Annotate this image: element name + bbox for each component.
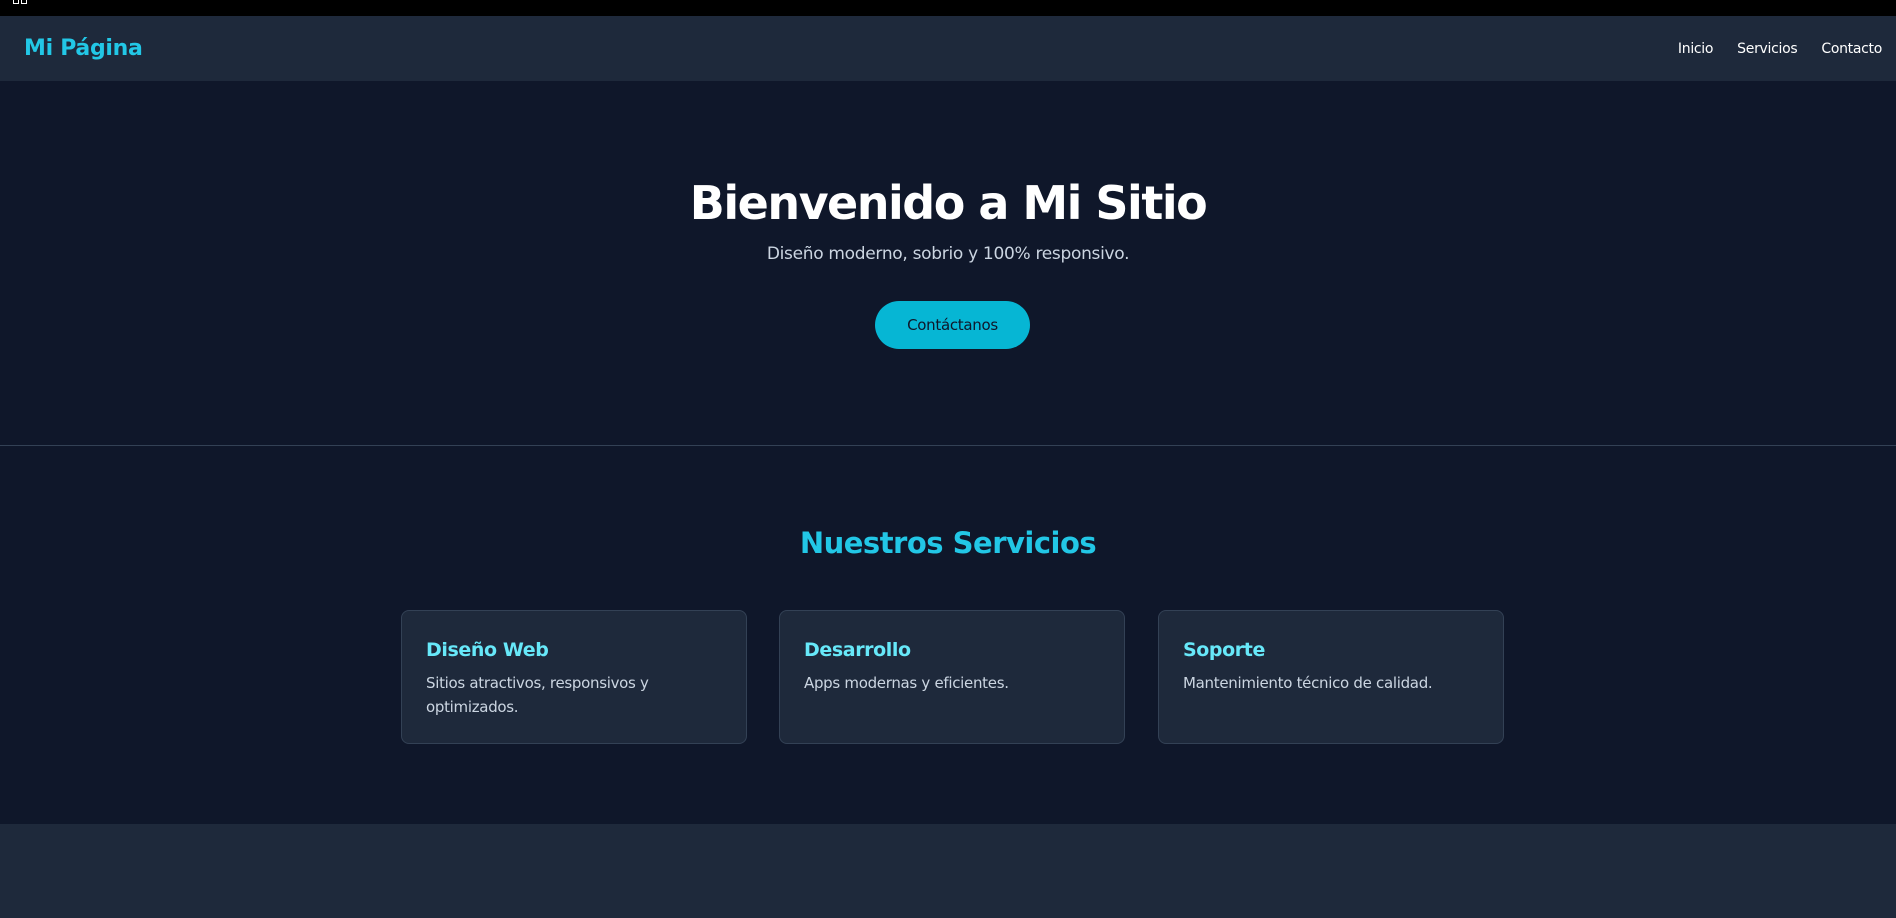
service-card-text: Mantenimiento técnico de calidad. <box>1183 674 1433 692</box>
nav-link-servicios[interactable]: Servicios <box>1737 41 1797 57</box>
service-card-title: Desarrollo <box>804 639 911 661</box>
brand-logo[interactable]: Mi Página <box>24 36 143 61</box>
service-card-diseno-web: Diseño Web Sitios atractivos, responsivo… <box>401 610 747 744</box>
window-top-strip <box>0 0 1896 16</box>
navbar: Mi Página Inicio Servicios Contacto <box>0 16 1896 81</box>
services-title: Nuestros Servicios <box>799 526 1097 560</box>
footer <box>0 824 1896 918</box>
services-section: Nuestros Servicios Diseño Web Sitios atr… <box>0 446 1896 824</box>
hero-title: Bienvenido a Mi Sitio <box>689 176 1208 230</box>
nav-link-inicio[interactable]: Inicio <box>1678 41 1714 57</box>
service-card-text: Sitios atractivos, responsivos y optimiz… <box>426 674 649 716</box>
service-card-soporte: Soporte Mantenimiento técnico de calidad… <box>1158 610 1504 744</box>
service-card-title: Soporte <box>1183 639 1265 661</box>
hero-section: Bienvenido a Mi Sitio Diseño moderno, so… <box>0 81 1896 446</box>
nav-link-contacto[interactable]: Contacto <box>1821 41 1882 57</box>
service-card-title: Diseño Web <box>426 639 549 661</box>
hero-subtitle: Diseño moderno, sobrio y 100% responsivo… <box>766 244 1130 264</box>
service-card-desarrollo: Desarrollo Apps modernas y eficientes. <box>779 610 1125 744</box>
contact-button[interactable]: Contáctanos <box>875 301 1030 349</box>
service-card-text: Apps modernas y eficientes. <box>804 674 1009 692</box>
nav-links: Inicio Servicios Contacto <box>1678 41 1882 57</box>
window-control-icon <box>13 0 27 4</box>
